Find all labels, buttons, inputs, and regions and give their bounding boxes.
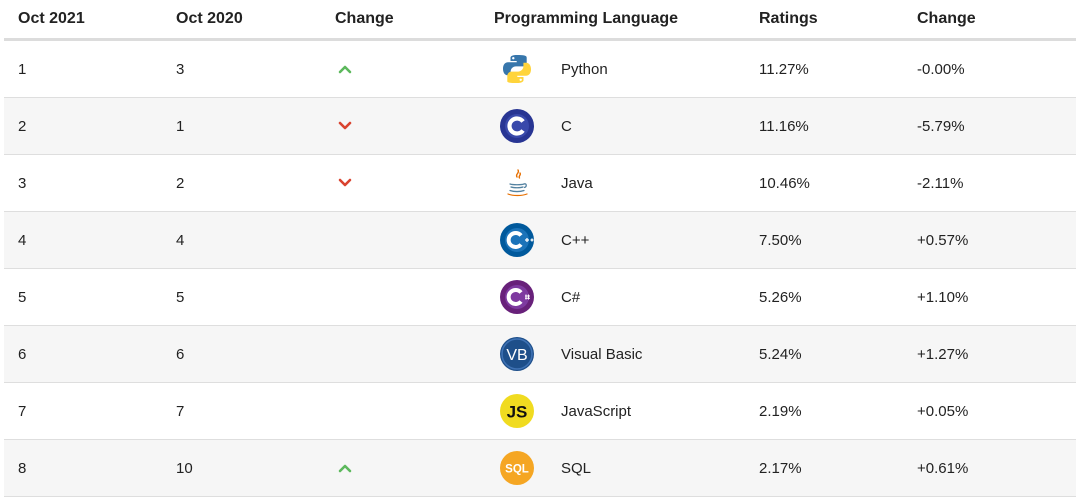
language-cell: VB Visual Basic <box>494 325 759 383</box>
rating-value: 2.17% <box>759 439 917 497</box>
rating-value: 10.46% <box>759 154 917 212</box>
rank-oct-2020: 7 <box>176 382 335 440</box>
change-percent-value: -0.00% <box>917 39 1076 98</box>
change-trend-cell <box>335 211 494 269</box>
table-row[interactable]: 4 4 C++ 7.50% +0.57% <box>4 211 1076 269</box>
python-logo-icon <box>499 51 535 87</box>
header-change-trend[interactable]: Change <box>335 0 494 41</box>
change-trend-cell <box>335 439 494 497</box>
header-oct-2021[interactable]: Oct 2021 <box>4 0 176 41</box>
rank-oct-2020: 5 <box>176 268 335 326</box>
rating-value: 5.26% <box>759 268 917 326</box>
change-trend-cell <box>335 97 494 155</box>
language-cell: JS JavaScript <box>494 382 759 440</box>
change-trend-cell <box>335 382 494 440</box>
table-row[interactable]: 2 1 C 11.16% -5.79% <box>4 97 1076 155</box>
language-name[interactable]: SQL <box>561 460 591 477</box>
change-trend-cell <box>335 325 494 383</box>
header-ratings[interactable]: Ratings <box>759 0 917 41</box>
sql-logo-text: SQL <box>505 464 529 476</box>
trend-down-arrow-icon <box>338 121 352 131</box>
header-oct-2020[interactable]: Oct 2020 <box>176 0 335 41</box>
language-name[interactable]: Python <box>561 61 608 78</box>
change-percent-value: -5.79% <box>917 97 1076 155</box>
visual-basic-logo-icon: VB <box>499 336 535 372</box>
rank-oct-2020: 4 <box>176 211 335 269</box>
change-percent-value: +0.05% <box>917 382 1076 440</box>
language-name[interactable]: C <box>561 118 572 135</box>
java-logo-icon <box>499 165 535 201</box>
tiobe-index-table: Oct 2021 Oct 2020 Change Programming Lan… <box>4 0 1076 497</box>
rank-oct-2021: 4 <box>4 211 176 269</box>
language-name[interactable]: JavaScript <box>561 403 631 420</box>
language-cell: Java <box>494 154 759 212</box>
rank-oct-2021: 3 <box>4 154 176 212</box>
rank-oct-2020: 1 <box>176 97 335 155</box>
js-logo-text: JS <box>507 403 528 422</box>
c-logo-icon <box>499 108 535 144</box>
vb-logo-text: VB <box>506 347 527 364</box>
change-percent-value: +0.61% <box>917 439 1076 497</box>
change-trend-cell <box>335 268 494 326</box>
change-percent-value: +1.10% <box>917 268 1076 326</box>
rank-oct-2020: 2 <box>176 154 335 212</box>
table-row[interactable]: 1 3 Python 11.27% -0.00% <box>4 39 1076 98</box>
rank-oct-2020: 6 <box>176 325 335 383</box>
trend-up-arrow-icon <box>338 64 352 74</box>
language-name[interactable]: Java <box>561 175 593 192</box>
rating-value: 11.27% <box>759 39 917 98</box>
rank-oct-2021: 2 <box>4 97 176 155</box>
language-cell: SQL SQL <box>494 439 759 497</box>
table-row[interactable]: 3 2 Java 10.46% -2.11% <box>4 154 1076 212</box>
cpp-logo-icon <box>499 222 535 258</box>
change-percent-value: -2.11% <box>917 154 1076 212</box>
language-cell: Python <box>494 39 759 98</box>
table-row[interactable]: 6 6 VB Visual Basic 5.24% +1.27% <box>4 325 1076 383</box>
rank-oct-2020: 3 <box>176 39 335 98</box>
rank-oct-2021: 6 <box>4 325 176 383</box>
rank-oct-2021: 1 <box>4 39 176 98</box>
language-cell: C# <box>494 268 759 326</box>
table-row[interactable]: 5 5 C# 5.26% +1.10% <box>4 268 1076 326</box>
language-cell: C++ <box>494 211 759 269</box>
trend-up-arrow-icon <box>338 463 352 473</box>
rank-oct-2020: 10 <box>176 439 335 497</box>
language-name[interactable]: C# <box>561 289 580 306</box>
change-percent-value: +1.27% <box>917 325 1076 383</box>
table-row[interactable]: 8 10 SQL SQL 2.17% +0.61% <box>4 439 1076 497</box>
rank-oct-2021: 8 <box>4 439 176 497</box>
change-trend-cell <box>335 154 494 212</box>
language-cell: C <box>494 97 759 155</box>
rating-value: 11.16% <box>759 97 917 155</box>
javascript-logo-icon: JS <box>499 393 535 429</box>
change-trend-cell <box>335 39 494 98</box>
table-body: 1 3 Python 11.27% -0.00% 2 1 C 11.16% -5.79% 3 2 Jav… <box>4 39 1076 497</box>
trend-down-arrow-icon <box>338 178 352 188</box>
rank-oct-2021: 7 <box>4 382 176 440</box>
sql-logo-icon: SQL <box>499 450 535 486</box>
rank-oct-2021: 5 <box>4 268 176 326</box>
change-percent-value: +0.57% <box>917 211 1076 269</box>
table-header-row: Oct 2021 Oct 2020 Change Programming Lan… <box>4 0 1076 41</box>
header-programming-language[interactable]: Programming Language <box>494 0 759 41</box>
rating-value: 5.24% <box>759 325 917 383</box>
csharp-logo-icon <box>499 279 535 315</box>
rating-value: 7.50% <box>759 211 917 269</box>
language-name[interactable]: C++ <box>561 232 589 249</box>
language-name[interactable]: Visual Basic <box>561 346 642 363</box>
table-row[interactable]: 7 7 JS JavaScript 2.19% +0.05% <box>4 382 1076 440</box>
rating-value: 2.19% <box>759 382 917 440</box>
header-change-percent[interactable]: Change <box>917 0 1076 41</box>
